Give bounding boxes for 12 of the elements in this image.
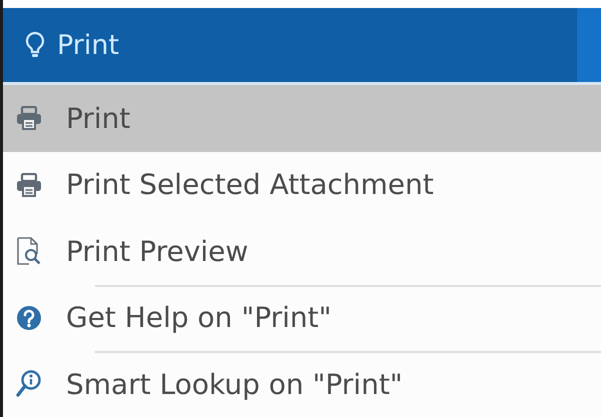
search-field[interactable]: Print [3, 8, 601, 85]
printer-icon [16, 172, 42, 197]
lightbulb-icon [25, 31, 45, 59]
menu-item[interactable]: Print Selected Attachment [3, 152, 601, 218]
menu-item[interactable]: Print Preview [3, 218, 601, 284]
menu-item[interactable]: Print [3, 85, 601, 152]
printer-icon [16, 106, 42, 130]
info-magnifier-icon [16, 370, 42, 398]
menu-item[interactable]: Smart Lookup on "Print" [3, 351, 601, 417]
document-magnifier-icon [16, 237, 42, 266]
help-icon [16, 304, 42, 331]
menu-item[interactable]: Get Help on "Print" [3, 284, 601, 351]
